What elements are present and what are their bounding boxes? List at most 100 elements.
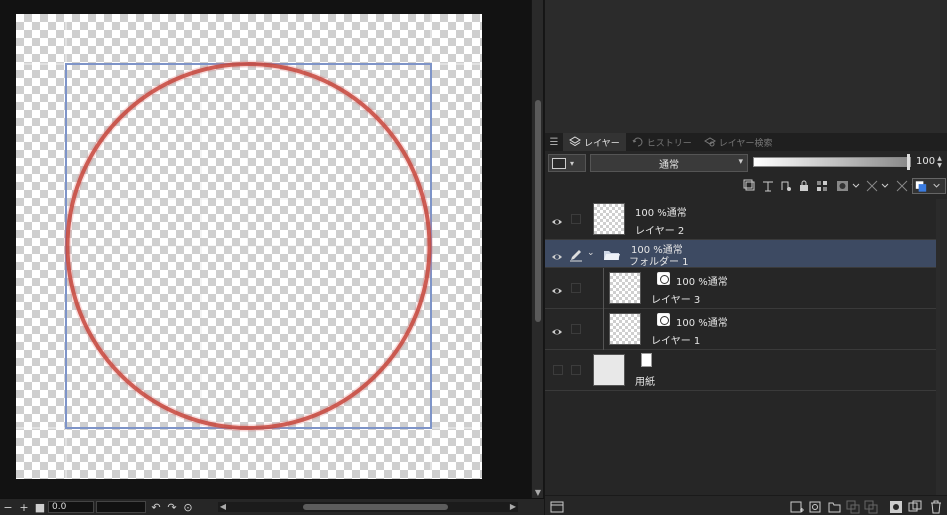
layer-lock-toggle[interactable] (571, 283, 581, 293)
opacity-slider[interactable] (753, 157, 911, 167)
ruler-dropdown-icon[interactable] (865, 178, 891, 194)
eye-icon[interactable] (551, 248, 563, 260)
layer-lock-toggle[interactable] (571, 214, 581, 224)
layer-thumbnail (609, 272, 641, 304)
layer-property-icons (545, 175, 947, 197)
color-swatch (552, 157, 566, 169)
panel-properties-icon[interactable] (549, 499, 564, 514)
layer-visibility-toggle[interactable] (553, 365, 563, 375)
layer-thumbnail (609, 313, 641, 345)
tab-label: レイヤー検索 (718, 138, 773, 149)
rotate-right-icon[interactable]: ↷ (164, 500, 180, 515)
eye-icon[interactable] (551, 282, 563, 294)
folder-icon (603, 247, 621, 261)
eye-icon[interactable] (551, 213, 563, 225)
layer-row-2[interactable]: 100 %通常 レイヤー 2 (545, 199, 936, 240)
tab-history[interactable]: ヒストリー (626, 133, 698, 151)
layer-name: 用紙 (635, 377, 655, 388)
folder-indent-line (603, 268, 604, 309)
layer-row-3[interactable]: 100 %通常 レイヤー 3 (545, 268, 936, 309)
clip-layer-icon[interactable] (742, 178, 758, 194)
layer-search-icon (703, 137, 716, 147)
canvas-paper[interactable] (16, 14, 482, 479)
lock-icon[interactable] (796, 178, 812, 194)
rotate-left-icon[interactable]: ↶ (148, 500, 164, 515)
scroll-right-icon[interactable]: ▶ (508, 502, 518, 512)
layer-mode: 100 %通常 (635, 208, 687, 219)
layer-name: フォルダー 1 (629, 257, 689, 268)
canvas-vertical-scrollbar[interactable]: ▼ (531, 0, 544, 498)
layer-thumbnail (593, 354, 625, 386)
empty-panel (544, 0, 947, 133)
layer-mode: 100 %通常 (676, 318, 728, 329)
layer-list: 100 %通常 レイヤー 2 ⌄ 100 %通常 フォルダー 1 100 %通常 (545, 199, 936, 392)
grid-lines (16, 14, 482, 479)
merge-down-icon[interactable] (863, 499, 878, 514)
layer-panel-footer (545, 495, 947, 515)
opacity-slider-handle[interactable] (907, 154, 910, 170)
zoom-field[interactable]: 0.0 (48, 501, 94, 513)
scrollbar-thumb[interactable] (303, 504, 448, 510)
layer-name: レイヤー 1 (651, 336, 701, 347)
scroll-left-icon[interactable]: ◀ (218, 502, 228, 512)
zoom-in-icon[interactable]: + (16, 500, 32, 515)
layer-options-row: ▾ 通常 ▾ 100 ▲ ▼ (545, 152, 947, 174)
canvas-horizontal-scrollbar[interactable]: ◀ ▶ (218, 502, 518, 512)
folder-indent-line (603, 309, 604, 350)
blend-mode-value: 通常 (659, 159, 679, 171)
blend-mode-select[interactable]: 通常 ▾ (590, 154, 748, 172)
canvas-area[interactable] (0, 0, 531, 498)
scrollbar-thumb[interactable] (535, 100, 541, 322)
tab-label: レイヤー (584, 138, 620, 149)
layer-row-folder-1[interactable]: ⌄ 100 %通常 フォルダー 1 (545, 240, 936, 268)
layer-row-1[interactable]: 100 %通常 レイヤー 1 (545, 309, 936, 350)
new-raster-layer-icon[interactable] (789, 499, 804, 514)
reference-layer-icon[interactable] (760, 178, 776, 194)
paper-icon (641, 353, 652, 367)
scroll-down-icon[interactable]: ▼ (533, 488, 543, 498)
zoom-out-icon[interactable]: − (0, 500, 16, 515)
delete-layer-icon[interactable] (928, 499, 943, 514)
canvas-drawing (16, 14, 482, 479)
reset-rotation-icon[interactable]: ⊙ (180, 500, 196, 515)
rotation-field[interactable] (96, 501, 146, 513)
apply-mask-icon[interactable] (907, 499, 922, 514)
layer-thumbnail (593, 203, 625, 235)
pen-icon[interactable] (569, 247, 583, 262)
layer-lock-toggle[interactable] (571, 324, 581, 334)
panel-tabs: ☰ レイヤー ヒストリー レイヤー検索 (545, 133, 947, 151)
app-window: ▼ − + ■ 0.0 ↶ ↷ ⊙ ◀ ▶ ☰ レイヤー ヒストリー レイヤー検… (0, 0, 947, 515)
history-icon (632, 137, 643, 147)
opacity-value[interactable]: 100 (916, 156, 935, 167)
transfer-down-icon[interactable] (845, 499, 860, 514)
layer-name: レイヤー 3 (651, 295, 701, 306)
opacity-spinner[interactable]: ▲ ▼ (935, 155, 944, 169)
reference-icon (657, 272, 670, 285)
reference-icon (657, 313, 670, 326)
layer-color-button[interactable] (912, 178, 946, 194)
layer-color-button[interactable]: ▾ (548, 154, 586, 172)
layer-lock-toggle[interactable] (571, 365, 581, 375)
tab-label: ヒストリー (646, 138, 692, 149)
layer-mode: 100 %通常 (676, 277, 728, 288)
eye-icon[interactable] (551, 323, 563, 335)
canvas-status-bar: − + ■ 0.0 ↶ ↷ ⊙ ◀ ▶ (0, 498, 544, 515)
tab-layer-search[interactable]: レイヤー検索 (698, 133, 779, 151)
mask-dropdown-icon[interactable] (836, 178, 862, 194)
layer-panel: ☰ レイヤー ヒストリー レイヤー検索 ▾ 通常 ▾ 100 ▲ ▼ 100 %… (544, 133, 947, 515)
panel-menu-icon[interactable]: ☰ (545, 133, 563, 151)
chevron-down-icon[interactable]: ⌄ (587, 248, 595, 258)
new-folder-icon[interactable] (827, 499, 842, 514)
chevron-down-icon: ▾ (738, 157, 743, 167)
layer-row-paper[interactable]: 用紙 (545, 350, 936, 391)
layer-name: レイヤー 2 (635, 226, 685, 237)
stop-icon[interactable]: ■ (32, 500, 48, 515)
layer-list-scrollbar[interactable] (936, 199, 947, 515)
new-vector-layer-icon[interactable] (808, 499, 823, 514)
layer-mask-icon[interactable] (888, 499, 903, 514)
lock-transparency-icon[interactable] (814, 178, 830, 194)
tab-layer[interactable]: レイヤー (563, 133, 626, 151)
layers-icon (569, 136, 581, 147)
chevron-down-icon: ▾ (570, 158, 575, 168)
draft-layer-icon[interactable] (778, 178, 794, 194)
